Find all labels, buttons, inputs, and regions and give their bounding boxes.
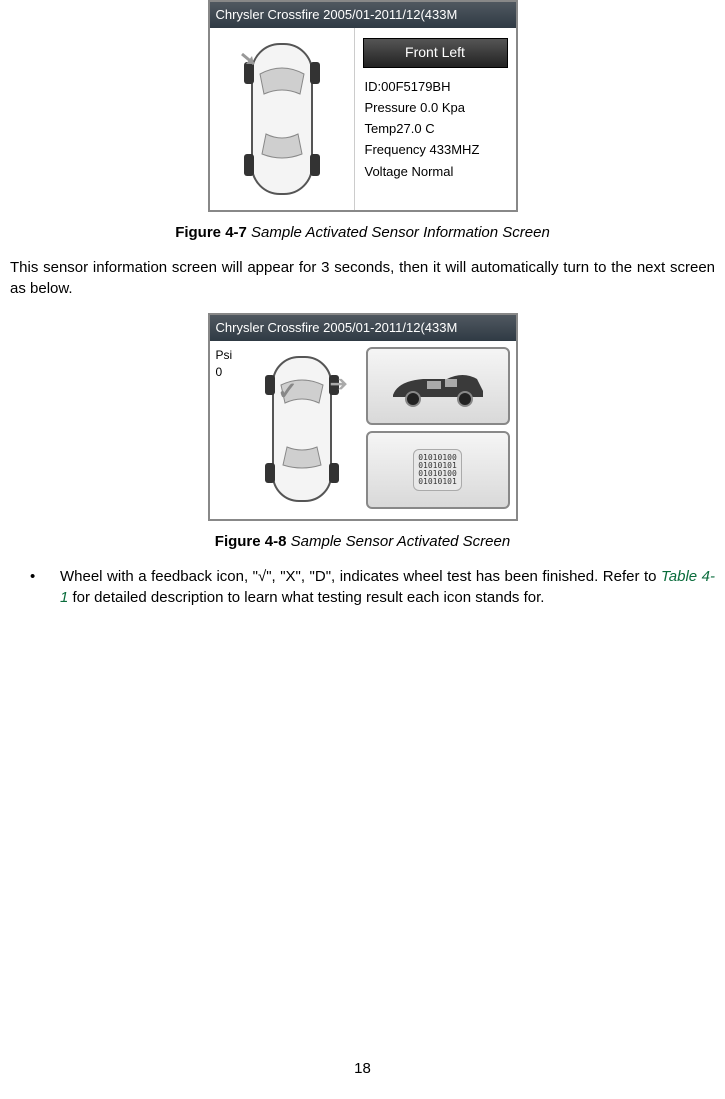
sensor-voltage: Voltage Normal xyxy=(365,163,506,181)
paragraph-1: This sensor information screen will appe… xyxy=(10,257,715,299)
figure-4-8-caption: Figure 4-8 Sample Sensor Activated Scree… xyxy=(10,531,715,552)
car-top-view-icon-2: ✓ ➔ xyxy=(242,345,362,513)
car-side-icon xyxy=(383,361,493,411)
device-2-body: Psi 0 ✓ ➔ xyxy=(210,341,516,519)
checkmark-icon: ✓ xyxy=(278,375,298,409)
psi-column: Psi 0 xyxy=(216,345,238,513)
psi-value: 0 xyxy=(216,364,238,381)
page-number: 18 xyxy=(0,1058,725,1079)
bullet-text-before: Wheel with a feedback icon, "√", "X", "D… xyxy=(60,568,661,585)
figure-title-2: Sample Sensor Activated Screen xyxy=(286,533,510,550)
bullet-text: Wheel with a feedback icon, "√", "X", "D… xyxy=(60,566,715,608)
device-screen-1: Chrysler Crossfire 2005/01-2011/12(433M xyxy=(208,0,518,212)
device-1-right-panel: Front Left ID:00F5179BH Pressure 0.0 Kpa… xyxy=(355,28,516,210)
figure-4-8: Chrysler Crossfire 2005/01-2011/12(433M … xyxy=(10,313,715,521)
bullet-marker: • xyxy=(30,566,60,608)
device-title-bar: Chrysler Crossfire 2005/01-2011/12(433M xyxy=(210,2,516,28)
psi-label: Psi xyxy=(216,347,238,364)
arrow-right-icon: ➔ xyxy=(330,369,348,400)
sensor-info-block: ID:00F5179BH Pressure 0.0 Kpa Temp27.0 C… xyxy=(355,78,516,194)
action-icons-column: 01010100 01010101 01010100 01010101 xyxy=(366,345,510,513)
sensor-id: ID:00F5179BH xyxy=(365,78,506,96)
car-top-view-icon xyxy=(210,28,355,210)
figure-number: Figure 4-7 xyxy=(175,224,247,241)
sensor-frequency: Frequency 433MHZ xyxy=(365,141,506,159)
binary-data-icon: 01010100 01010101 01010100 01010101 xyxy=(413,449,462,491)
wheel-position-badge: Front Left xyxy=(363,38,508,68)
sensor-pressure: Pressure 0.0 Kpa xyxy=(365,99,506,117)
bullet-item: • Wheel with a feedback icon, "√", "X", … xyxy=(30,566,715,608)
figure-title: Sample Activated Sensor Information Scre… xyxy=(247,224,550,241)
figure-4-7-caption: Figure 4-7 Sample Activated Sensor Infor… xyxy=(10,222,715,243)
figure-4-7: Chrysler Crossfire 2005/01-2011/12(433M xyxy=(10,0,715,212)
device-1-body: Front Left ID:00F5179BH Pressure 0.0 Kpa… xyxy=(210,28,516,210)
bullet-text-after: for detailed description to learn what t… xyxy=(68,589,544,606)
car-side-button[interactable] xyxy=(366,347,510,425)
binary-data-button[interactable]: 01010100 01010101 01010100 01010101 xyxy=(366,431,510,509)
device-screen-2: Chrysler Crossfire 2005/01-2011/12(433M … xyxy=(208,313,518,521)
device-title-bar-2: Chrysler Crossfire 2005/01-2011/12(433M xyxy=(210,315,516,341)
figure-number-2: Figure 4-8 xyxy=(215,533,287,550)
sensor-temp: Temp27.0 C xyxy=(365,120,506,138)
